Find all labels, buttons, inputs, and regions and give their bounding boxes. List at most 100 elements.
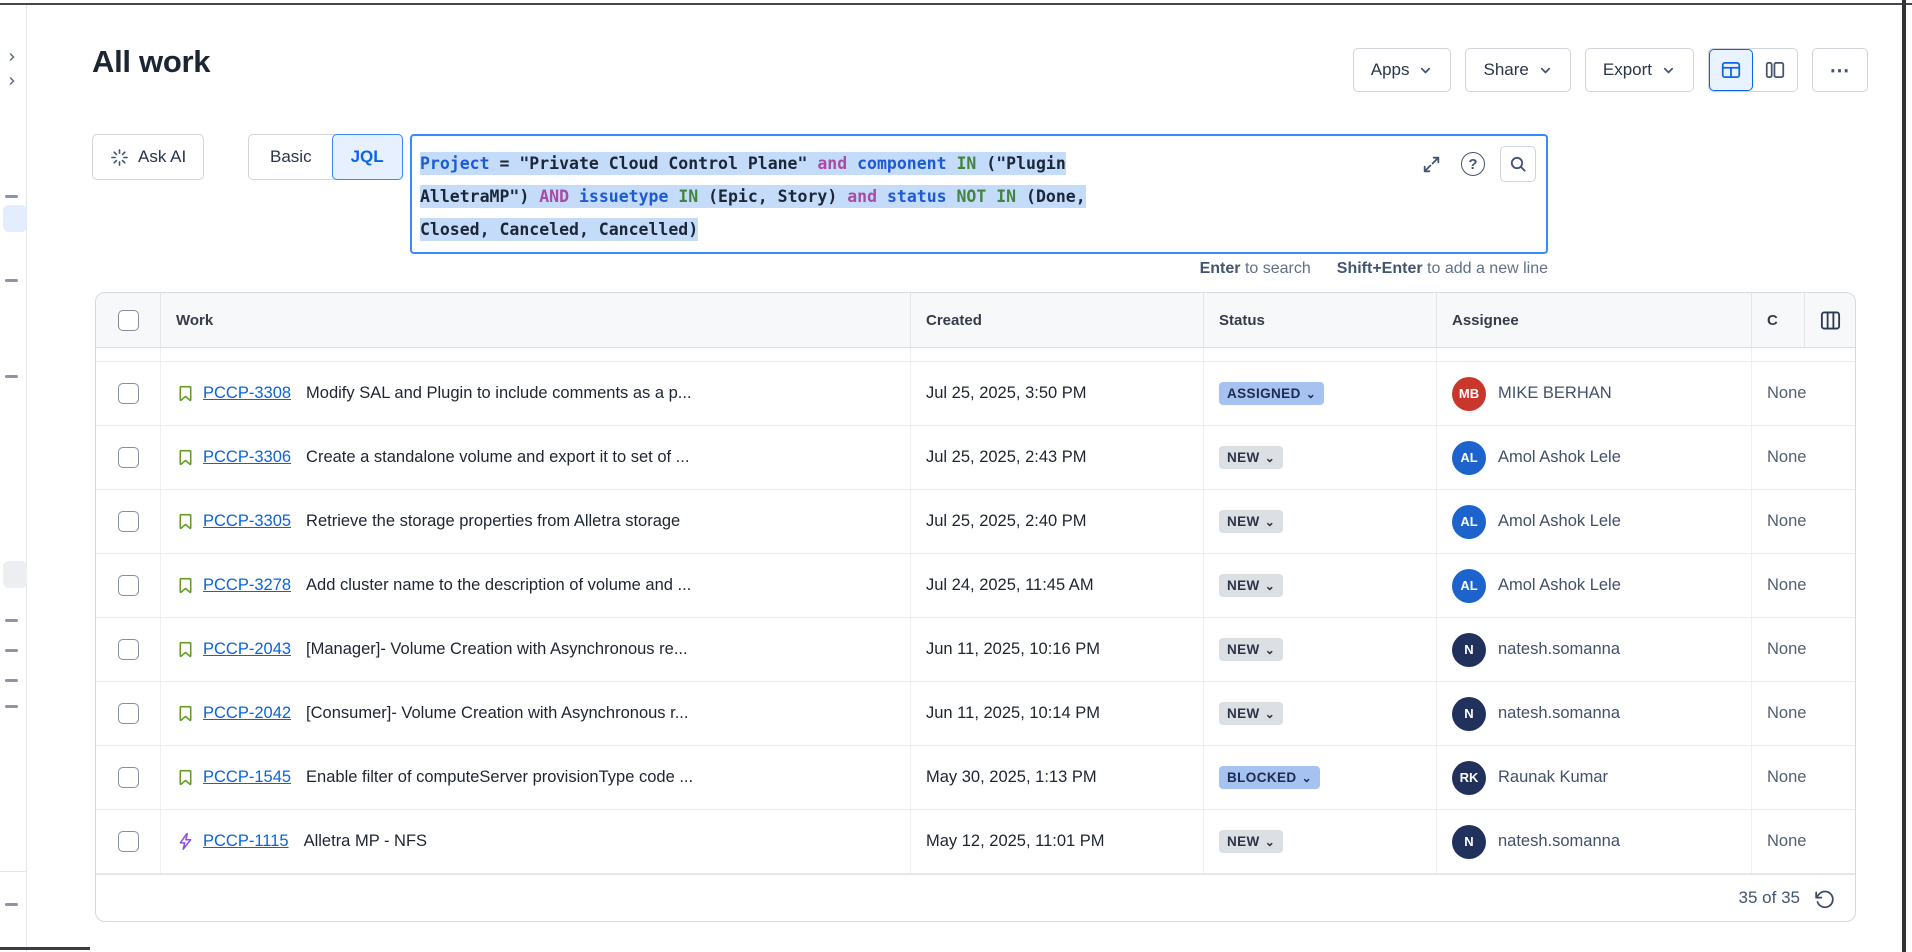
status-cell: BLOCKED⌄ (1204, 746, 1437, 809)
issue-key-link[interactable]: PCCP-1115 (203, 832, 289, 851)
ask-ai-button[interactable]: Ask AI (92, 134, 204, 180)
syntax-help-icon[interactable]: ? (1458, 149, 1488, 179)
export-button[interactable]: Export (1585, 48, 1694, 92)
jql-mode-tab[interactable]: JQL (332, 134, 403, 180)
list-view-toggle[interactable] (1709, 49, 1753, 91)
issue-summary[interactable]: Alletra MP - NFS (304, 832, 427, 851)
table-row[interactable]: PCCP-2043 [Manager]- Volume Creation with… (96, 618, 1855, 682)
row-checkbox[interactable] (118, 447, 139, 468)
story-icon (176, 768, 195, 787)
status-badge[interactable]: NEW⌄ (1219, 830, 1283, 853)
status-badge[interactable]: NEW⌄ (1219, 638, 1283, 661)
header-category-truncated[interactable]: C (1752, 293, 1805, 347)
status-cell: NEW⌄ (1204, 810, 1437, 873)
table-row[interactable]: PCCP-3305 Retrieve the storage properties… (96, 490, 1855, 554)
sidebar-item-fragment[interactable] (5, 375, 18, 378)
assignee-cell[interactable]: ALAmol Ashok Lele (1437, 426, 1752, 489)
assignee-cell[interactable]: ALAmol Ashok Lele (1437, 554, 1752, 617)
table-row[interactable]: PCCP-2042 [Consumer]- Volume Creation wit… (96, 682, 1855, 746)
sidebar-item-fragment[interactable] (5, 195, 18, 198)
basic-mode-label: Basic (270, 147, 312, 167)
issue-key-link[interactable]: PCCP-3278 (203, 576, 291, 595)
status-badge[interactable]: BLOCKED⌄ (1219, 766, 1320, 789)
sidebar-item-fragment[interactable] (5, 903, 18, 906)
expand-editor-icon[interactable] (1416, 149, 1446, 179)
avatar: AL (1452, 505, 1486, 539)
partial-row (96, 348, 1855, 362)
row-checkbox[interactable] (118, 703, 139, 724)
header-work[interactable]: Work (161, 293, 911, 347)
table-row[interactable]: PCCP-1545 Enable filter of computeServer … (96, 746, 1855, 810)
more-actions-button[interactable]: ⋯ (1812, 48, 1868, 92)
chevron-down-icon: ⌄ (1306, 389, 1316, 399)
sidebar-item-fragment[interactable] (5, 679, 18, 682)
sidebar-item-fragment[interactable] (5, 705, 18, 708)
row-checkbox[interactable] (118, 831, 139, 852)
assignee-cell[interactable]: MBMIKE BERHAN (1437, 362, 1752, 425)
assignee-cell[interactable]: RKRaunak Kumar (1437, 746, 1752, 809)
status-badge[interactable]: NEW⌄ (1219, 702, 1283, 725)
configure-columns-button[interactable] (1805, 293, 1855, 347)
sidebar-item-fragment[interactable] (5, 279, 18, 282)
issue-summary[interactable]: Modify SAL and Plugin to include comment… (306, 384, 692, 403)
row-select-cell (96, 554, 161, 617)
row-checkbox[interactable] (118, 511, 139, 532)
jql-lines: Project = "Private Cloud Control Plane" … (420, 147, 1546, 246)
chevron-right-icon[interactable] (6, 51, 18, 63)
run-search-button[interactable] (1500, 146, 1536, 182)
detail-view-toggle[interactable] (1753, 49, 1797, 91)
issue-summary[interactable]: [Manager]- Volume Creation with Asynchro… (306, 640, 688, 659)
issue-key-link[interactable]: PCCP-2043 (203, 640, 291, 659)
table-row[interactable]: PCCP-1115Alletra MP - NFSMay 12, 2025, 1… (96, 810, 1855, 874)
status-badge[interactable]: ASSIGNED⌄ (1219, 382, 1324, 405)
apps-button[interactable]: Apps (1353, 48, 1452, 92)
columns-icon (1819, 309, 1842, 332)
status-badge[interactable]: NEW⌄ (1219, 574, 1283, 597)
row-checkbox[interactable] (118, 639, 139, 660)
assignee-cell[interactable]: Nnatesh.somanna (1437, 682, 1752, 745)
status-badge[interactable]: NEW⌄ (1219, 510, 1283, 533)
chevron-down-icon: ⌄ (1265, 709, 1275, 719)
jql-token: (Epic, Story) (698, 187, 847, 206)
issue-key-link[interactable]: PCCP-3305 (203, 512, 291, 531)
table-row[interactable]: PCCP-3306 Create a standalone volume and … (96, 426, 1855, 490)
jql-line: Closed, Canceled, Cancelled) (420, 213, 1546, 246)
sidebar-item-selected[interactable] (3, 205, 27, 232)
table-row[interactable]: PCCP-3308 Modify SAL and Plugin to includ… (96, 362, 1855, 426)
issue-summary[interactable]: [Consumer]- Volume Creation with Asynchr… (306, 704, 688, 723)
sidebar-item-fragment[interactable] (5, 619, 18, 622)
issue-summary[interactable]: Add cluster name to the description of v… (306, 576, 691, 595)
issue-key-link[interactable]: PCCP-3308 (203, 384, 291, 403)
category-cell: None (1752, 810, 1855, 873)
jql-query-input[interactable]: Project = "Private Cloud Control Plane" … (410, 134, 1548, 254)
created-cell: Jul 25, 2025, 3:50 PM (911, 362, 1204, 425)
basic-mode-tab[interactable]: Basic (249, 135, 333, 179)
row-checkbox[interactable] (118, 767, 139, 788)
issue-summary[interactable]: Enable filter of computeServer provision… (306, 768, 693, 787)
share-button[interactable]: Share (1465, 48, 1570, 92)
issue-key-link[interactable]: PCCP-3306 (203, 448, 291, 467)
jql-selected-text: Closed, Canceled, Cancelled) (420, 218, 698, 241)
sidebar-item-fragment[interactable] (5, 649, 18, 652)
row-checkbox[interactable] (118, 575, 139, 596)
issue-key-link[interactable]: PCCP-1545 (203, 768, 291, 787)
chevron-right-icon[interactable] (6, 75, 18, 87)
issue-summary[interactable]: Retrieve the storage properties from All… (306, 512, 680, 531)
table-row[interactable]: PCCP-3278 Add cluster name to the descrip… (96, 554, 1855, 618)
sidebar-item-hover[interactable] (3, 561, 27, 588)
refresh-icon[interactable] (1814, 888, 1835, 909)
status-badge[interactable]: NEW⌄ (1219, 446, 1283, 469)
chevron-down-icon: ⌄ (1302, 773, 1312, 783)
assignee-cell[interactable]: Nnatesh.somanna (1437, 618, 1752, 681)
row-checkbox[interactable] (118, 383, 139, 404)
select-all-checkbox[interactable] (118, 310, 139, 331)
issue-summary[interactable]: Create a standalone volume and export it… (306, 448, 689, 467)
assignee-cell[interactable]: ALAmol Ashok Lele (1437, 490, 1752, 553)
avatar: N (1452, 633, 1486, 667)
query-mode-switch: Basic JQL (248, 134, 403, 180)
issue-key-link[interactable]: PCCP-2042 (203, 704, 291, 723)
header-assignee[interactable]: Assignee (1437, 293, 1752, 347)
header-status[interactable]: Status (1204, 293, 1437, 347)
assignee-cell[interactable]: Nnatesh.somanna (1437, 810, 1752, 873)
header-created[interactable]: Created (911, 293, 1204, 347)
